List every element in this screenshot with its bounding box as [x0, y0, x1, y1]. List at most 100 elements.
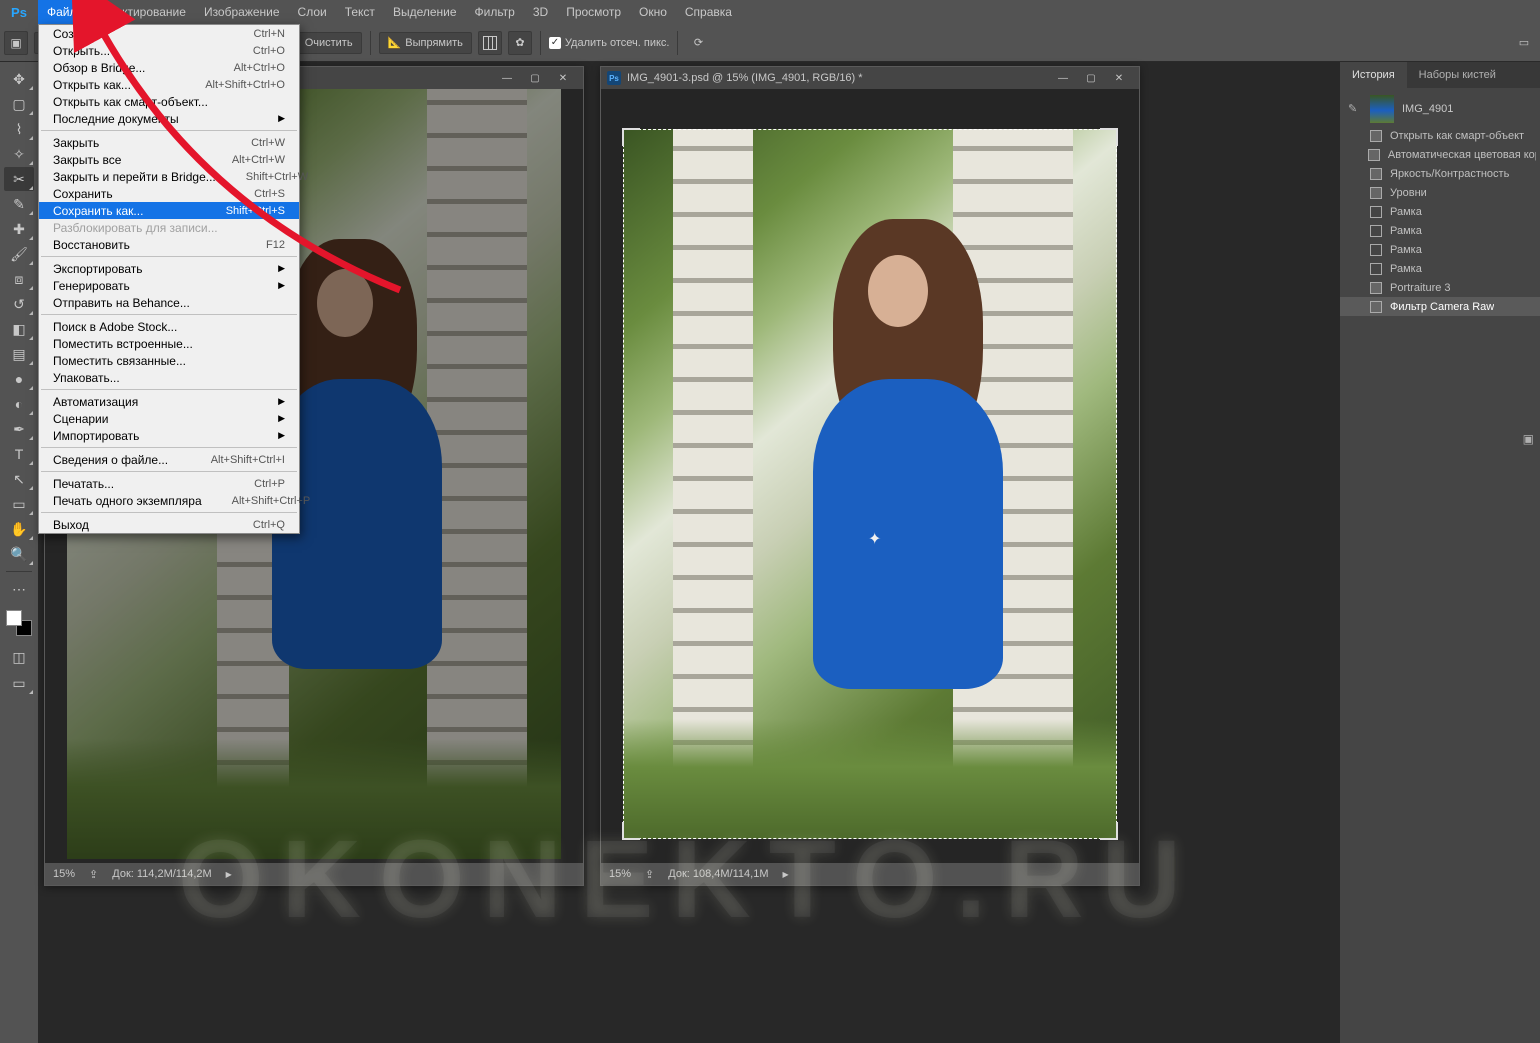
tool-wand[interactable]: ✧	[4, 142, 34, 166]
tool-rect[interactable]: ▭	[4, 492, 34, 516]
history-item[interactable]: Уровни	[1340, 183, 1540, 202]
tool-marquee[interactable]: ▢	[4, 92, 34, 116]
tool-dodge[interactable]: ◐	[4, 392, 34, 416]
tool-eraser[interactable]: ◧	[4, 317, 34, 341]
menu-выделение[interactable]: Выделение	[384, 0, 466, 24]
menu-bar: Ps ФайлРедактированиеИзображениеСлоиТекс…	[0, 0, 1540, 24]
menuitem-сохранить-как-[interactable]: Сохранить как...Shift+Ctrl+S	[39, 202, 299, 219]
menu-просмотр[interactable]: Просмотр	[557, 0, 630, 24]
clear-button[interactable]: Очистить	[296, 32, 362, 54]
delete-pixels-checkbox[interactable]: ✓Удалить отсеч. пикс.	[549, 37, 670, 49]
tool-preset-icon[interactable]: ▣	[4, 31, 28, 55]
straighten-button[interactable]: 📐Выпрямить	[379, 32, 472, 54]
document-window-right[interactable]: Ps IMG_4901-3.psd @ 15% (IMG_4901, RGB/1…	[600, 66, 1140, 886]
commit-icon[interactable]: ⟳	[686, 31, 710, 55]
share-icon[interactable]: ⇪	[89, 868, 98, 881]
menuitem-поместить-встроенные-[interactable]: Поместить встроенные...	[39, 335, 299, 352]
tool-zoom[interactable]: 🔍	[4, 542, 34, 566]
history-item[interactable]: Рамка	[1340, 259, 1540, 278]
history-label: Яркость/Контрастность	[1390, 168, 1509, 180]
menu-слои[interactable]: Слои	[289, 0, 336, 24]
panel-new-snapshot-icon[interactable]: ▣	[1523, 432, 1534, 446]
menuitem-генерировать[interactable]: Генерировать▶	[39, 277, 299, 294]
crop-icon	[1368, 204, 1384, 220]
menuitem-восстановить[interactable]: ВосстановитьF12	[39, 236, 299, 253]
tool-type[interactable]: T	[4, 442, 34, 466]
close-button[interactable]: ✕	[549, 69, 577, 87]
menuitem-последние-документы[interactable]: Последние документы▶	[39, 110, 299, 127]
menuitem-сценарии[interactable]: Сценарии▶	[39, 410, 299, 427]
menuitem-созда[interactable]: СоздаCtrl+N	[39, 25, 299, 42]
overlay-grid-icon[interactable]	[478, 31, 502, 55]
tool-crop[interactable]: ✂	[4, 167, 34, 191]
menu-текст[interactable]: Текст	[336, 0, 384, 24]
menuitem-выход[interactable]: ВыходCtrl+Q	[39, 516, 299, 533]
history-item[interactable]: Открыть как смарт-объект	[1340, 126, 1540, 145]
quickmask-icon[interactable]: ◫	[4, 645, 34, 669]
crop-selection[interactable]	[623, 129, 1117, 839]
menuitem-импортировать[interactable]: Импортировать▶	[39, 427, 299, 444]
history-item[interactable]: Автоматическая цветовая корр	[1340, 145, 1540, 164]
screenmode-icon[interactable]: ▭	[4, 671, 34, 695]
menu-3d[interactable]: 3D	[524, 0, 557, 24]
tool-move[interactable]: ✥	[4, 67, 34, 91]
history-label: Фильтр Camera Raw	[1390, 301, 1494, 313]
menuitem-печатать-[interactable]: Печатать...Ctrl+P	[39, 475, 299, 492]
panel-toggle-icon[interactable]: ▭	[1512, 31, 1536, 55]
canvas-right[interactable]: ✦	[601, 89, 1139, 863]
menuitem-закрыть-и-перейти-в-bridge-[interactable]: Закрыть и перейти в Bridge...Shift+Ctrl+…	[39, 168, 299, 185]
history-brush-icon[interactable]: ✎	[1348, 102, 1362, 116]
menuitem-упаковать-[interactable]: Упаковать...	[39, 369, 299, 386]
tool-pen[interactable]: ✒	[4, 417, 34, 441]
menu-справка[interactable]: Справка	[676, 0, 741, 24]
menuitem-открыть-как-[interactable]: Открыть как...Alt+Shift+Ctrl+O	[39, 76, 299, 93]
menuitem-сведения-о-файле-[interactable]: Сведения о файле...Alt+Shift+Ctrl+I	[39, 451, 299, 468]
menuitem-поместить-связанные-[interactable]: Поместить связанные...	[39, 352, 299, 369]
tool-path[interactable]: ↖	[4, 467, 34, 491]
minimize-button[interactable]: —	[1049, 69, 1077, 87]
crop-settings-icon[interactable]: ✿	[508, 31, 532, 55]
close-button[interactable]: ✕	[1105, 69, 1133, 87]
maximize-button[interactable]: ▢	[521, 69, 549, 87]
tool-lasso[interactable]: ⌇	[4, 117, 34, 141]
menuitem-закрыть[interactable]: ЗакрытьCtrl+W	[39, 134, 299, 151]
document-header-right[interactable]: Ps IMG_4901-3.psd @ 15% (IMG_4901, RGB/1…	[601, 67, 1139, 89]
menu-окно[interactable]: Окно	[630, 0, 676, 24]
more-tools-icon[interactable]: ⋯	[4, 577, 34, 601]
menuitem-открыть-как-смарт-объект-[interactable]: Открыть как смарт-объект...	[39, 93, 299, 110]
maximize-button[interactable]: ▢	[1077, 69, 1105, 87]
menuitem-обзор-в-bridge-[interactable]: Обзор в Bridge...Alt+Ctrl+O	[39, 59, 299, 76]
history-item[interactable]: Фильтр Camera Raw	[1340, 297, 1540, 316]
history-source-row[interactable]: ✎ IMG_4901	[1340, 92, 1540, 126]
menu-редактирование[interactable]: Редактирование	[86, 0, 195, 24]
minimize-button[interactable]: —	[493, 69, 521, 87]
tool-blur[interactable]: ●	[4, 367, 34, 391]
panel-tab-1[interactable]: Наборы кистей	[1407, 62, 1508, 88]
tool-heal[interactable]: ✚	[4, 217, 34, 241]
history-item[interactable]: Яркость/Контрастность	[1340, 164, 1540, 183]
tool-history[interactable]: ↺	[4, 292, 34, 316]
menu-фильтр[interactable]: Фильтр	[466, 0, 524, 24]
menuitem-печать-одного-экземпляра[interactable]: Печать одного экземпляраAlt+Shift+Ctrl+P	[39, 492, 299, 509]
menu-файл[interactable]: Файл	[38, 0, 86, 24]
menuitem-сохранить[interactable]: СохранитьCtrl+S	[39, 185, 299, 202]
menuitem-отправить-на-behance-[interactable]: Отправить на Behance...	[39, 294, 299, 311]
history-item[interactable]: Portraiture 3	[1340, 278, 1540, 297]
tool-brush[interactable]: 🖌	[4, 242, 34, 266]
menuitem-открыть-[interactable]: Открыть...Ctrl+O	[39, 42, 299, 59]
menuitem-автоматизация[interactable]: Автоматизация▶	[39, 393, 299, 410]
tool-gradient[interactable]: ▤	[4, 342, 34, 366]
history-item[interactable]: Рамка	[1340, 221, 1540, 240]
tool-stamp[interactable]: ⧈	[4, 267, 34, 291]
color-swatches[interactable]	[6, 610, 32, 636]
menuitem-поиск-в-adobe-stock-[interactable]: Поиск в Adobe Stock...	[39, 318, 299, 335]
tool-eyedrop[interactable]: ✎	[4, 192, 34, 216]
panel-tab-0[interactable]: История	[1340, 62, 1407, 88]
history-item[interactable]: Рамка	[1340, 240, 1540, 259]
history-item[interactable]: Рамка	[1340, 202, 1540, 221]
zoom-left[interactable]: 15%	[53, 868, 75, 880]
tool-hand[interactable]: ✋	[4, 517, 34, 541]
menuitem-экспортировать[interactable]: Экспортировать▶	[39, 260, 299, 277]
menu-изображение[interactable]: Изображение	[195, 0, 289, 24]
menuitem-закрыть-все[interactable]: Закрыть всеAlt+Ctrl+W	[39, 151, 299, 168]
